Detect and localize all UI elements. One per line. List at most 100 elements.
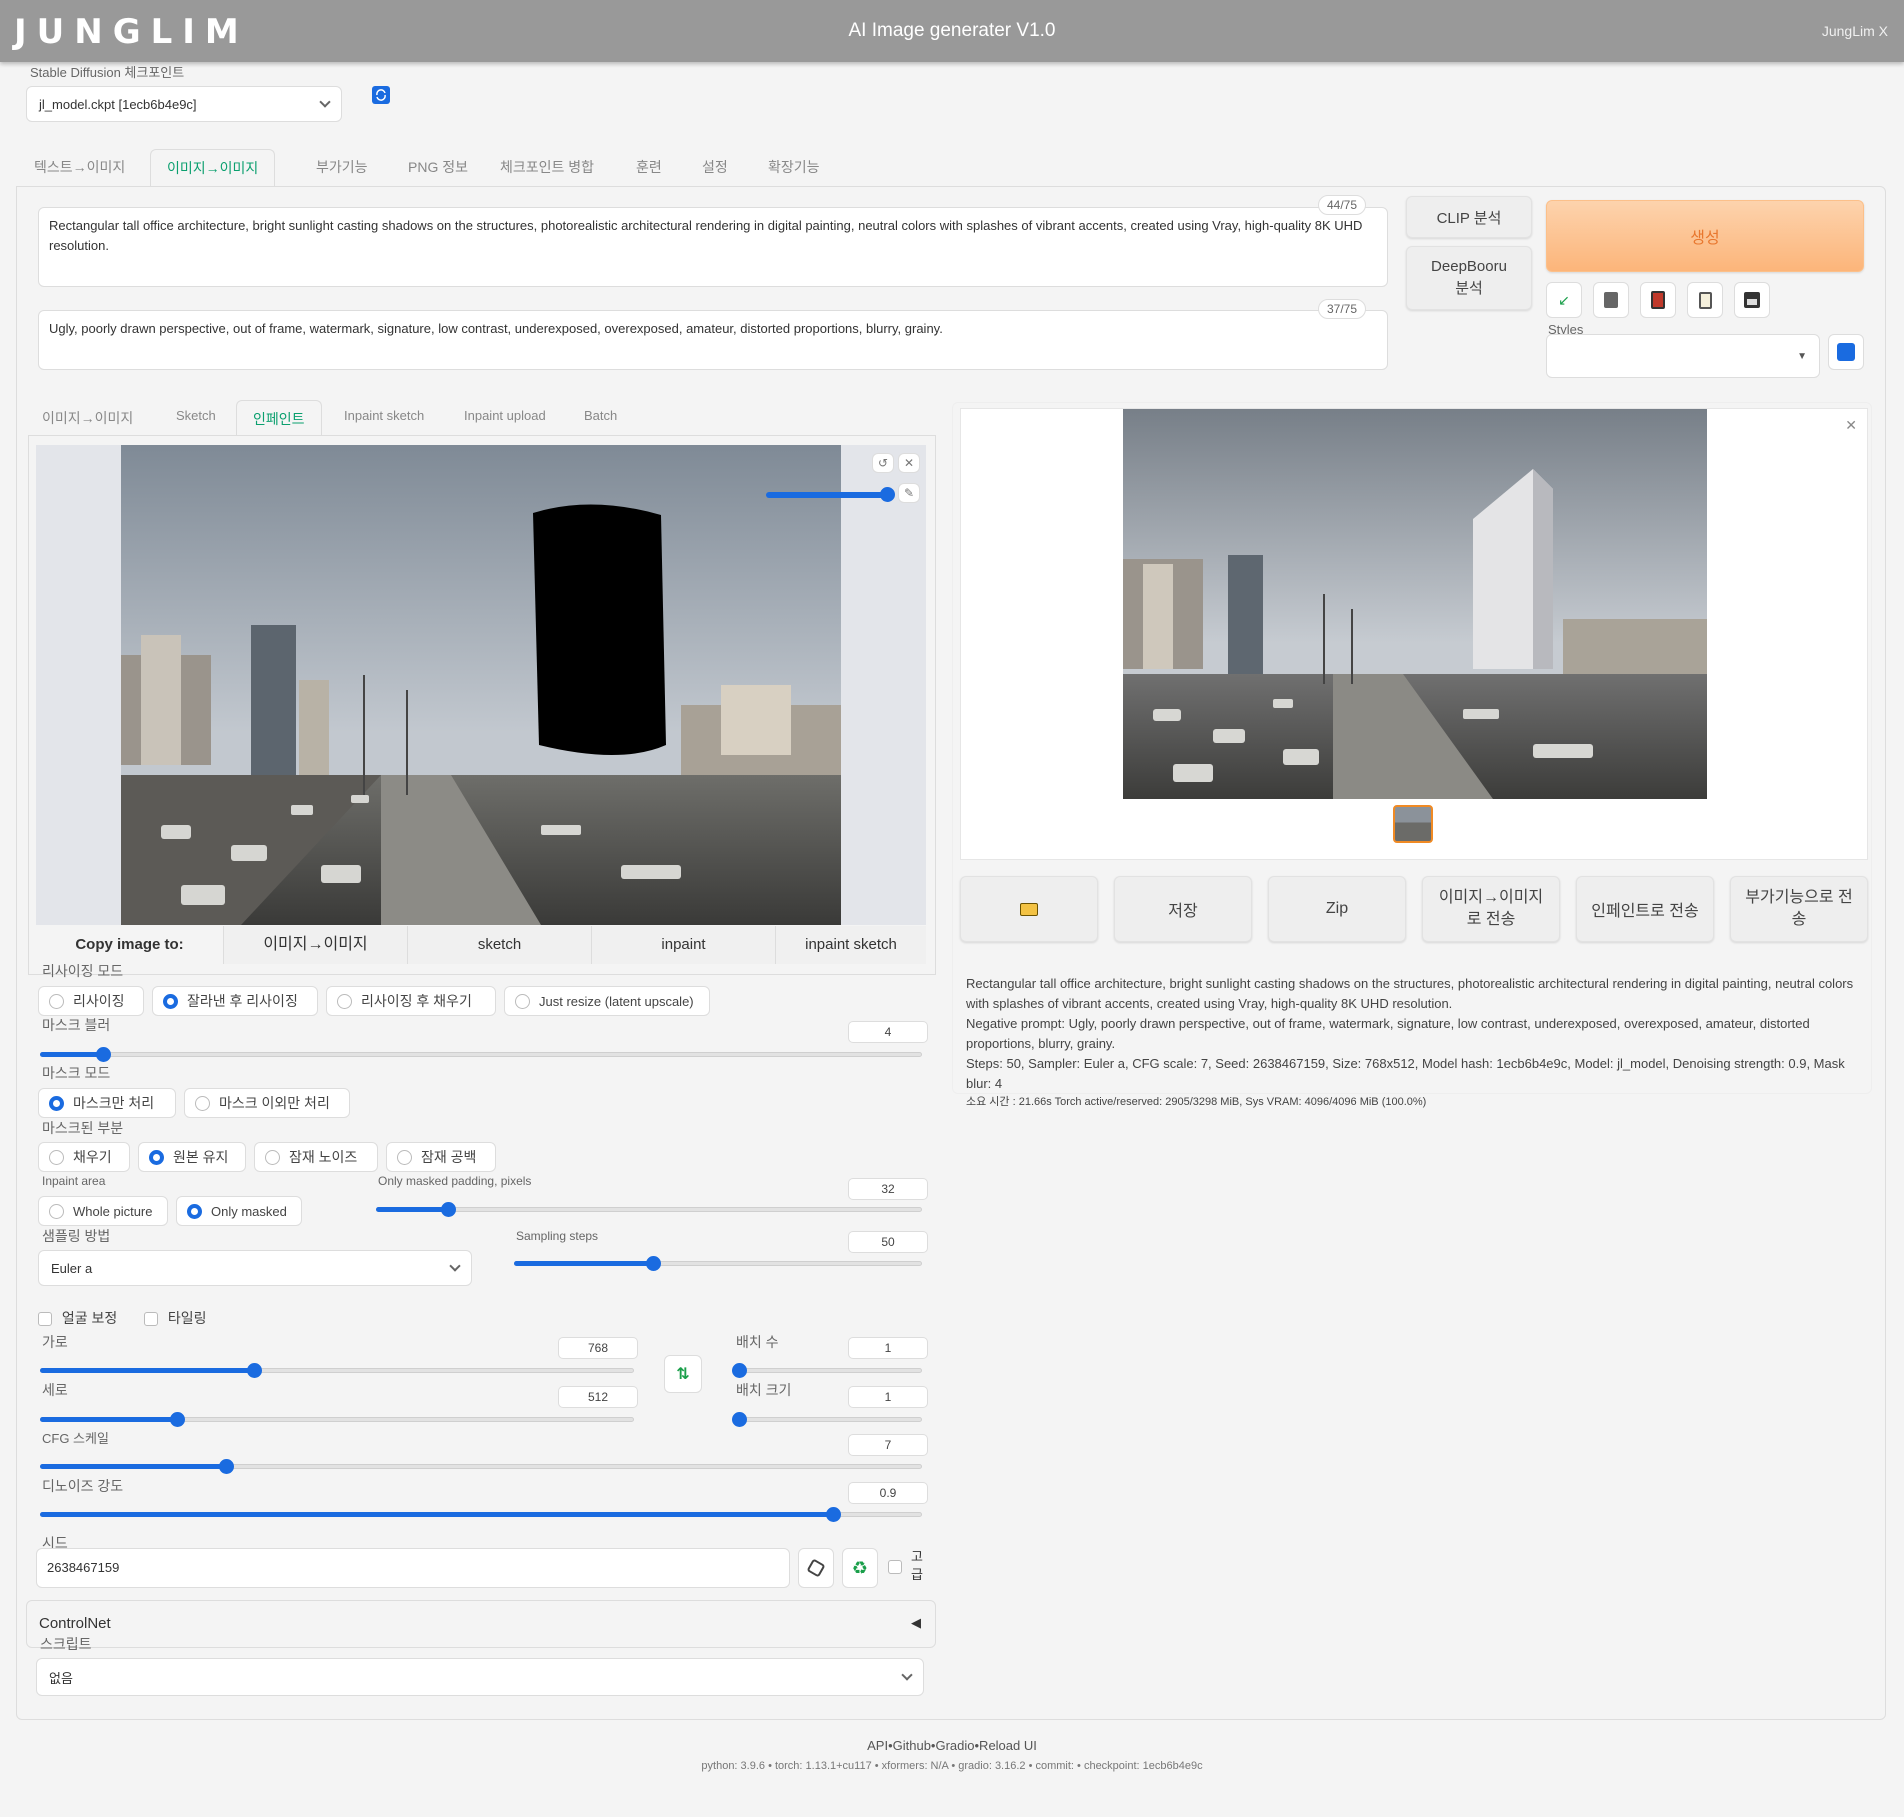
steps-slider[interactable] [514, 1256, 922, 1271]
masked-content-option[interactable]: 잠재 노이즈 [254, 1142, 378, 1172]
tiling-checkbox[interactable]: 타일링 [144, 1308, 207, 1328]
chevron-down-icon [901, 1669, 913, 1681]
output-thumbnail[interactable] [1393, 805, 1433, 843]
checkbox[interactable] [38, 1312, 52, 1327]
clip-interrogate-button[interactable]: CLIP 분석 [1406, 196, 1532, 238]
tab-extensions[interactable]: 확장기능 [752, 149, 836, 187]
mask-blur-slider[interactable] [40, 1047, 922, 1062]
deepbooru-interrogate-button[interactable]: DeepBooru 분석 [1406, 246, 1532, 310]
controlnet-accordion[interactable]: ControlNet ◀ [26, 1600, 936, 1648]
random-seed-button[interactable] [798, 1548, 834, 1588]
send-to-inpaint-button[interactable]: 인페인트로 전송 [1576, 876, 1714, 942]
mask-blur-input[interactable]: 4 [848, 1021, 928, 1043]
masked-content-option[interactable]: 잠재 공백 [386, 1142, 496, 1172]
checkbox[interactable] [144, 1312, 158, 1327]
slider-thumb[interactable] [732, 1412, 747, 1427]
padding-slider[interactable] [376, 1202, 922, 1217]
checkpoint-select[interactable]: jl_model.ckpt [1ecb6b4e9c] [26, 86, 342, 122]
generate-button[interactable]: 생성 [1546, 200, 1864, 272]
copy-to-inpaint-button[interactable]: inpaint [592, 926, 776, 964]
user-name[interactable]: JungLim X [1822, 23, 1888, 39]
extra-networks-button[interactable] [1640, 282, 1676, 318]
tab-txt2img[interactable]: 텍스트→이미지 [18, 149, 141, 187]
cfg-slider[interactable] [40, 1459, 922, 1474]
batch-count-input[interactable]: 1 [848, 1337, 928, 1359]
inpaint-area-option[interactable]: Whole picture [38, 1196, 168, 1226]
tab-train[interactable]: 훈련 [620, 149, 678, 187]
read-params-button[interactable]: ↙ [1546, 282, 1582, 318]
brush-button[interactable]: ✎ [898, 483, 920, 503]
batch-size-input[interactable]: 1 [848, 1386, 928, 1408]
clear-prompt-button[interactable] [1593, 282, 1629, 318]
padding-input[interactable]: 32 [848, 1178, 928, 1200]
tab-extras[interactable]: 부가기능 [300, 149, 384, 187]
face-restore-checkbox[interactable]: 얼굴 보정 [38, 1308, 117, 1328]
subtab-img2img[interactable]: 이미지→이미지 [26, 400, 149, 436]
tab-img2img[interactable]: 이미지→이미지 [150, 149, 276, 187]
cfg-input[interactable]: 7 [848, 1434, 928, 1456]
seed-extra-checkbox[interactable] [888, 1560, 902, 1574]
subtab-inpaint[interactable]: 인페인트 [236, 400, 322, 436]
footer-links[interactable]: API•Github•Gradio•Reload UI [0, 1738, 1904, 1753]
height-input[interactable]: 512 [558, 1386, 638, 1408]
negative-prompt-input[interactable]: Ugly, poorly drawn perspective, out of f… [38, 310, 1388, 370]
brush-size-thumb[interactable] [880, 487, 895, 502]
reuse-seed-button[interactable]: ♻ [842, 1548, 878, 1588]
steps-input[interactable]: 50 [848, 1231, 928, 1253]
seed-input[interactable]: 2638467159 [36, 1548, 790, 1588]
denoise-slider[interactable] [40, 1507, 922, 1522]
slider-thumb[interactable] [440, 1202, 456, 1217]
batch-count-slider[interactable] [732, 1363, 922, 1378]
close-gallery-icon[interactable]: ✕ [1845, 417, 1857, 434]
slider-thumb[interactable] [218, 1459, 234, 1474]
slider-thumb[interactable] [826, 1507, 841, 1522]
open-folder-button[interactable] [960, 876, 1098, 942]
subtab-inpaint-sketch[interactable]: Inpaint sketch [328, 400, 440, 436]
denoise-input[interactable]: 0.9 [848, 1482, 928, 1504]
masked-content-option[interactable]: 채우기 [38, 1142, 130, 1172]
subtab-batch[interactable]: Batch [568, 400, 633, 436]
width-slider[interactable] [40, 1363, 634, 1378]
height-slider[interactable] [40, 1412, 634, 1427]
send-to-extras-button[interactable]: 부가기능으로 전송 [1730, 876, 1868, 942]
resize-mode-option[interactable]: Just resize (latent upscale) [504, 986, 710, 1016]
refresh-styles-button[interactable] [1828, 334, 1864, 370]
tab-checkpoint-merge[interactable]: 체크포인트 병합 [484, 149, 610, 187]
slider-thumb[interactable] [646, 1256, 662, 1271]
resize-mode-option[interactable]: 리사이징 후 채우기 [326, 986, 496, 1016]
mask-mode-option[interactable]: 마스크만 처리 [38, 1088, 176, 1118]
output-image[interactable] [1123, 409, 1707, 799]
sampler-select[interactable]: Euler a [38, 1250, 472, 1286]
styles-select[interactable]: ▼ [1546, 334, 1820, 378]
mask-mode-option[interactable]: 마스크 이외만 처리 [184, 1088, 350, 1118]
slider-thumb[interactable] [95, 1047, 111, 1062]
resize-mode-option[interactable]: 리사이징 [38, 986, 144, 1016]
width-input[interactable]: 768 [558, 1337, 638, 1359]
slider-thumb[interactable] [732, 1363, 747, 1378]
positive-prompt-input[interactable]: Rectangular tall office architecture, br… [38, 207, 1388, 287]
save-button[interactable]: 저장 [1114, 876, 1252, 942]
batch-size-slider[interactable] [732, 1412, 922, 1427]
resize-mode-option[interactable]: 잘라낸 후 리사이징 [152, 986, 318, 1016]
send-to-img2img-button[interactable]: 이미지→이미지로 전송 [1422, 876, 1560, 942]
radio-dot [337, 993, 352, 1009]
masked-content-option[interactable]: 원본 유지 [138, 1142, 246, 1172]
tab-settings[interactable]: 설정 [686, 149, 744, 187]
copy-to-sketch-button[interactable]: sketch [408, 926, 592, 964]
subtab-sketch[interactable]: Sketch [160, 400, 232, 436]
undo-button[interactable]: ↺ [872, 453, 894, 473]
apply-style-button[interactable] [1687, 282, 1723, 318]
zip-button[interactable]: Zip [1268, 876, 1406, 942]
inpaint-canvas[interactable]: ↺ ✕ ✎ [36, 445, 926, 925]
copy-to-inpaint-sketch-button[interactable]: inpaint sketch [776, 926, 926, 964]
save-style-button[interactable] [1734, 282, 1770, 318]
copy-to-img2img-button[interactable]: 이미지→이미지 [224, 926, 408, 964]
clear-canvas-button[interactable]: ✕ [898, 453, 920, 473]
script-select[interactable]: 없음 [36, 1658, 924, 1696]
tab-png-info[interactable]: PNG 정보 [392, 149, 484, 187]
swap-dimensions-button[interactable]: ⇅ [664, 1355, 702, 1393]
inpaint-area-option[interactable]: Only masked [176, 1196, 302, 1226]
refresh-checkpoint-button[interactable] [372, 86, 390, 104]
brush-size-slider[interactable] [766, 492, 886, 498]
subtab-inpaint-upload[interactable]: Inpaint upload [448, 400, 562, 436]
